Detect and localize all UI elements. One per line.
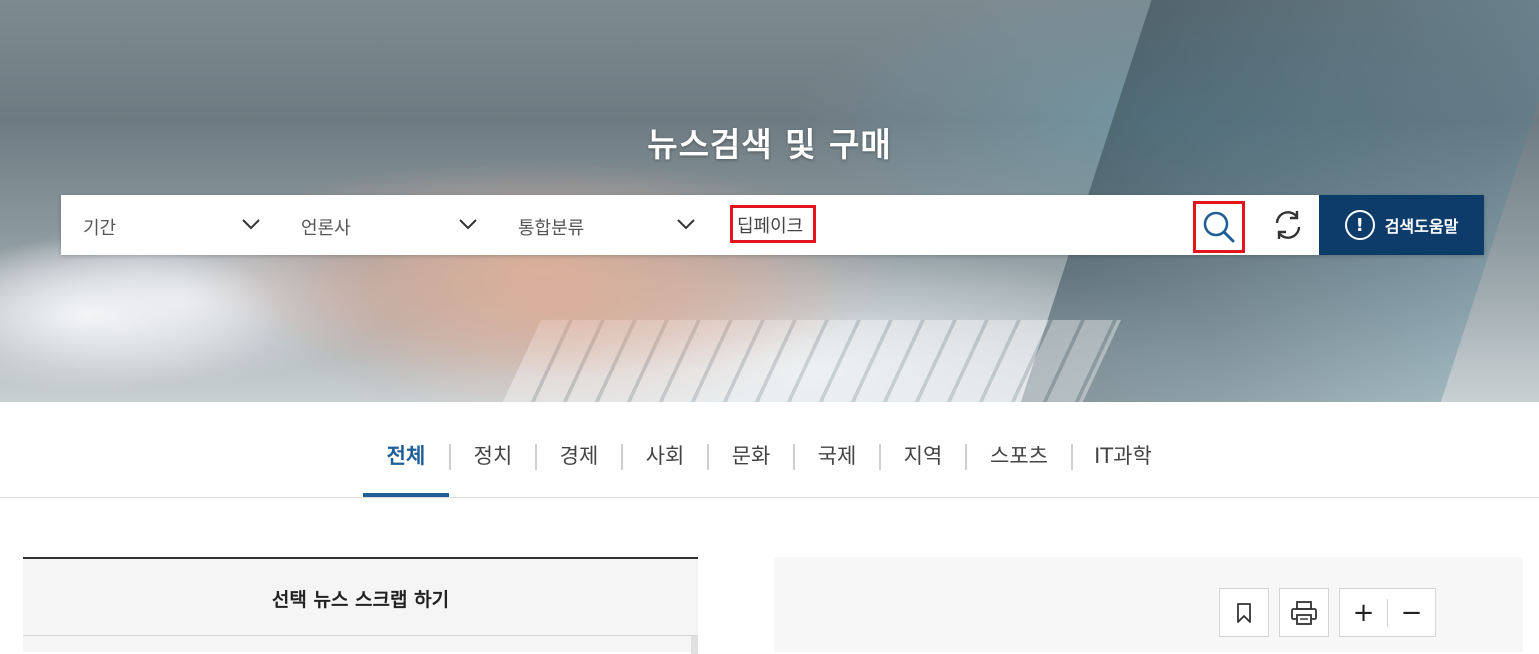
- category-select[interactable]: 통합분류: [496, 195, 713, 255]
- search-input[interactable]: [737, 209, 1197, 241]
- chevron-down-icon: [677, 219, 695, 230]
- hero-background-hands: [180, 160, 900, 380]
- tab-economy[interactable]: 경제: [537, 402, 621, 497]
- search-help-label: 검색도움말: [1384, 217, 1459, 236]
- search-help-button[interactable]: ! 검색도움말: [1319, 195, 1484, 255]
- tab-region[interactable]: 지역: [881, 402, 965, 497]
- scrap-panel: 선택 뉴스 스크랩 하기: [23, 557, 698, 654]
- exclamation-circle-icon: !: [1344, 210, 1375, 240]
- press-select[interactable]: 언론사: [279, 195, 496, 255]
- category-select-label: 통합분류: [518, 218, 585, 239]
- scrollbar[interactable]: [691, 636, 698, 654]
- tab-international[interactable]: 국제: [795, 402, 879, 497]
- refresh-icon: [1275, 211, 1301, 239]
- tab-culture[interactable]: 문화: [709, 402, 793, 497]
- bookmark-icon: [1237, 602, 1251, 623]
- zoom-out-button[interactable]: −: [1388, 589, 1435, 636]
- zoom-in-button[interactable]: +: [1340, 589, 1387, 636]
- scrap-selected-news-button[interactable]: 선택 뉴스 스크랩 하기: [23, 585, 698, 612]
- tab-politics[interactable]: 정치: [451, 402, 535, 497]
- tab-society[interactable]: 사회: [623, 402, 707, 497]
- tab-sports[interactable]: 스포츠: [967, 402, 1071, 497]
- font-zoom-controls: + −: [1339, 588, 1436, 637]
- chevron-down-icon: [459, 219, 477, 230]
- category-tabs: 전체 정치 경제 사회 문화 국제 지역 스포츠 IT과학: [0, 402, 1539, 498]
- search-icon: [1203, 211, 1235, 243]
- hero-background-sleeve: [0, 240, 280, 390]
- press-select-label: 언론사: [301, 218, 351, 239]
- article-detail-panel: + −: [774, 557, 1523, 652]
- category-tab-list: 전체 정치 경제 사회 문화 국제 지역 스포츠 IT과학: [363, 402, 1173, 497]
- reset-button[interactable]: [1261, 202, 1315, 248]
- search-bar: 기간 언론사 통합분류 !: [61, 195, 1484, 255]
- period-select[interactable]: 기간: [61, 195, 279, 255]
- period-select-label: 기간: [83, 218, 117, 239]
- tab-all[interactable]: 전체: [363, 402, 449, 497]
- printer-icon: [1291, 600, 1317, 625]
- hero-banner: 뉴스검색 및 구매 기간 언론사 통합분류 딥페이크 ! 검색도움말: [0, 0, 1539, 402]
- tab-it-science[interactable]: IT과학: [1073, 402, 1173, 497]
- chevron-down-icon: [242, 219, 260, 230]
- bookmark-button[interactable]: [1219, 588, 1269, 637]
- search-button[interactable]: [1193, 201, 1245, 253]
- divider: [23, 635, 698, 636]
- page-title: 뉴스검색 및 구매: [647, 125, 892, 164]
- print-button[interactable]: [1279, 588, 1329, 637]
